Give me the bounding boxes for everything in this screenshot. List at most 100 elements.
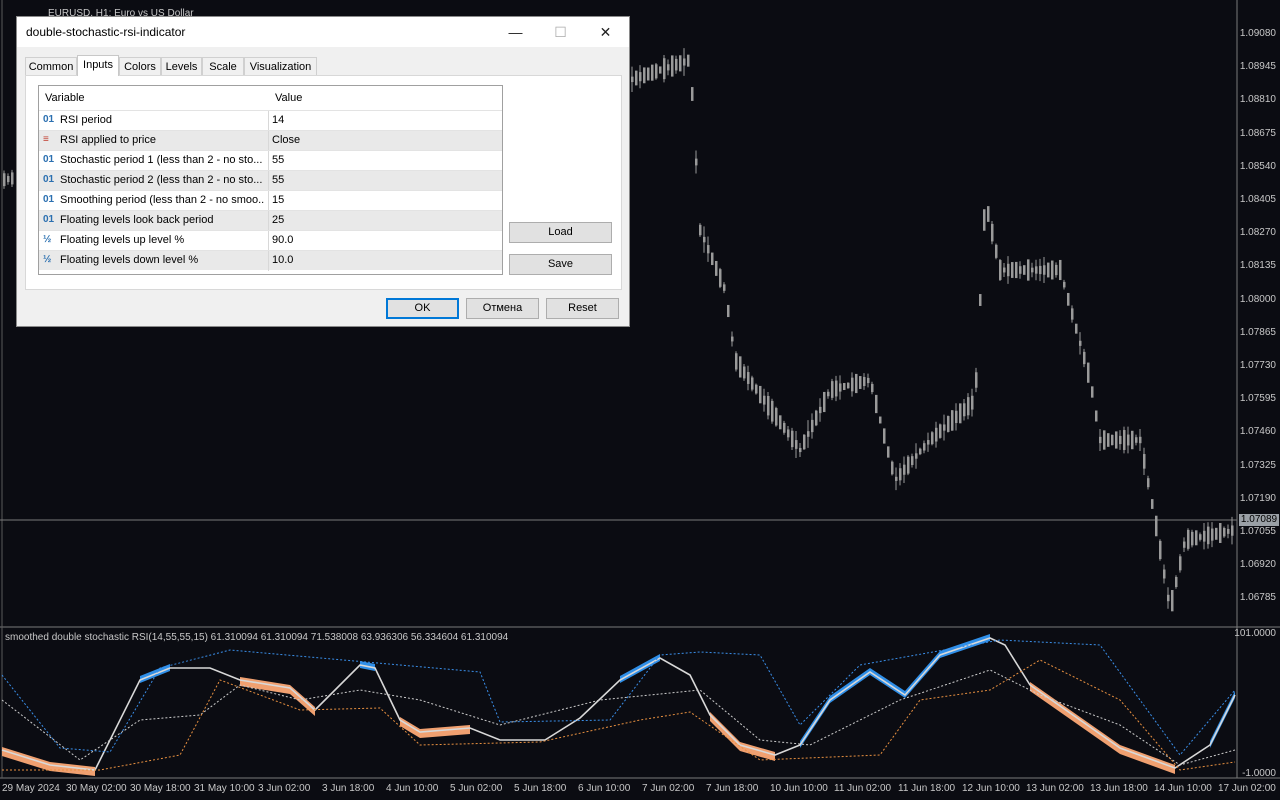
candle-body [1055,264,1058,276]
time-tick-label: 10 Jun 10:00 [770,783,828,794]
table-row[interactable]: 01 Stochastic period 2 (less than 2 - no … [39,170,502,191]
row-value[interactable]: 55 [272,174,284,186]
table-row[interactable]: 01 RSI period 14 [39,110,502,131]
tab-scale[interactable]: Scale [202,57,244,75]
cancel-button[interactable]: Отмена [466,298,539,319]
candle-body [783,422,786,433]
tab-colors[interactable]: Colors [119,57,161,75]
candle-body [935,427,938,442]
table-row[interactable]: ½ Floating levels up level % 90.0 [39,230,502,251]
price-tick-label: 1.08540 [1239,160,1276,172]
candle-body [859,376,862,389]
candle-body [899,468,902,481]
inputs-pane: Variable Value 01 RSI period 14 ≡ RSI applie… [25,75,622,290]
load-button[interactable]: Load [509,222,612,243]
time-tick-label: 3 Jun 18:00 [322,783,375,794]
tab-inputs[interactable]: Inputs [77,55,119,76]
save-button[interactable]: Save [509,254,612,275]
candle-body [747,372,750,384]
candle-body [1211,528,1214,541]
integer-type-icon: 01 [43,154,55,165]
candle-body [787,429,790,438]
candle-body [1079,340,1082,346]
inputs-table: Variable Value 01 RSI period 14 ≡ RSI applie… [38,85,503,275]
integer-type-icon: 01 [43,174,55,185]
time-tick-label: 11 Jun 02:00 [834,783,892,794]
candle-body [775,408,778,426]
candle-body [691,87,694,101]
integer-type-icon: 01 [43,214,55,225]
table-row[interactable]: 01 Smoothing period (less than 2 - no smo… [39,190,502,211]
candle-body [1011,262,1014,278]
candle-body [871,383,874,393]
price-tick-label: 1.07730 [1239,360,1276,371]
candle-body [979,294,982,306]
candle-body [991,223,994,242]
row-value[interactable]: Close [272,134,300,146]
candle-body [751,377,754,390]
row-value[interactable]: 55 [272,154,284,166]
candle-body [631,76,634,83]
dialog-title: double-stochastic-rsi-indicator [26,25,186,39]
tab-visualization[interactable]: Visualization [244,57,317,75]
maximize-button[interactable]: ☐ [538,17,583,47]
double-type-icon: ½ [43,254,52,265]
candle-body [1167,594,1170,602]
reset-button[interactable]: Reset [546,298,619,319]
time-tick-label: 7 Jun 02:00 [642,783,695,794]
candle-body [651,64,654,81]
candle-body [1131,430,1134,450]
price-tick-label: 1.08000 [1239,293,1276,305]
tab-levels[interactable]: Levels [161,57,202,75]
row-value[interactable]: 15 [272,194,284,206]
candle-body [803,434,806,450]
candle-body [1047,262,1050,278]
candle-body [643,67,646,84]
candle-body [1191,531,1194,546]
minimize-button[interactable]: — [493,17,538,47]
candle-body [703,236,706,243]
candle-body [647,67,650,81]
candle-body [879,416,882,424]
candle-body [719,269,722,287]
row-variable: Floating levels up level % [60,234,185,246]
row-value[interactable]: 25 [272,214,284,226]
time-tick-label: 5 Jun 02:00 [450,783,503,794]
ok-button[interactable]: OK [386,298,459,319]
row-variable: Stochastic period 1 (less than 2 - no st… [60,154,263,166]
time-tick-label: 30 May 02:00 [66,783,127,794]
candle-body [887,446,890,458]
column-divider [268,131,269,151]
time-tick-label: 14 Jun 10:00 [1154,783,1212,794]
time-tick-label: 17 Jun 02:00 [1218,783,1276,794]
candle-body [1187,529,1190,549]
close-button[interactable]: ✕ [583,17,628,47]
current-price-tag: 1.07089 [1239,514,1279,526]
row-value[interactable]: 90.0 [272,234,293,246]
candle-body [983,209,986,231]
row-value[interactable]: 14 [272,114,284,126]
candle-body [927,440,930,445]
time-tick-label: 12 Jun 10:00 [962,783,1020,794]
candle-body [835,380,838,397]
tab-common[interactable]: Common [25,57,77,75]
candle-body [735,353,738,370]
table-header: Variable Value [39,86,502,110]
table-row[interactable]: 01 Floating levels look back period 25 [39,210,502,231]
indicator-tick-label: -1.0000 [1242,768,1276,779]
candle-body [1227,528,1230,534]
table-row[interactable]: ½ Floating levels down level % 10.0 [39,250,502,271]
time-tick-label: 29 May 2024 [2,783,60,794]
candle-body [931,432,934,445]
row-value[interactable]: 10.0 [272,254,293,266]
candle-body [699,224,702,236]
candle-body [779,415,782,430]
table-row[interactable]: ≡ RSI applied to price Close [39,130,502,151]
candle-body [819,406,822,414]
time-tick-label: 30 May 18:00 [130,783,191,794]
candle-body [663,58,666,80]
table-row[interactable]: 01 Stochastic period 1 (less than 2 - no … [39,150,502,171]
candle-body [875,394,878,414]
candle-body [1099,436,1102,444]
enum-type-icon: ≡ [43,134,49,145]
